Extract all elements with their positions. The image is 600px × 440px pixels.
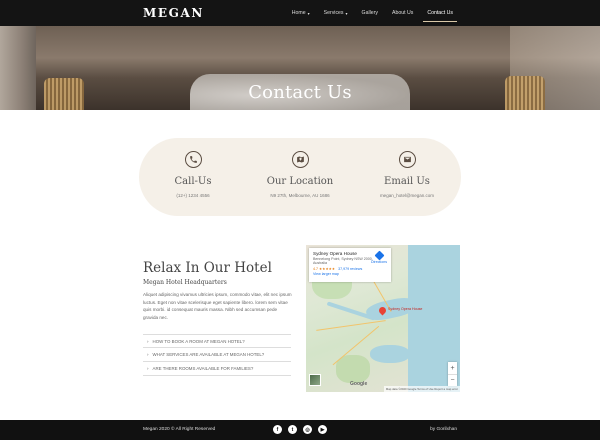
directions-button[interactable]: Directions <box>371 250 387 264</box>
twitter-icon[interactable]: t <box>288 425 297 434</box>
faq-item[interactable]: › ARE THERE ROOMS AVAILABLE FOR FAMILIES… <box>143 362 291 376</box>
faq-accordion: › HOW TO BOOK A ROOM AT MEGAN HOTEL? › W… <box>143 334 291 376</box>
faq-question: HOW TO BOOK A ROOM AT MEGAN HOTEL? <box>152 338 245 344</box>
facebook-icon[interactable]: f <box>273 425 282 434</box>
hero-banner: Contact Us <box>0 26 600 110</box>
contact-title: Call-Us <box>174 176 212 187</box>
map-place-rating: 4.7 ★★★★★ 37,979 reviews <box>313 267 387 271</box>
zoom-in-button[interactable]: + <box>448 362 457 374</box>
google-map-embed[interactable]: Sydney Opera House Bennelong Point, Sydn… <box>306 245 460 392</box>
nav-item-label: Home <box>291 10 306 16</box>
contact-location: Our Location N9 27th, Melbourne, AU 1686 <box>250 138 350 216</box>
chevron-down-icon: ▾ <box>307 10 310 16</box>
site-footer: Megan 2020 © All Right Reserved f t ◎ ▶ … <box>0 420 600 440</box>
top-navbar: MEGAN Home ▾ Services ▾ Gallery About Us… <box>0 0 600 26</box>
map-bay-area <box>370 345 410 363</box>
faq-item[interactable]: › WHAT SERVICES ARE AVAILABLE AT MEGAN H… <box>143 348 291 362</box>
footer-social-links: f t ◎ ▶ <box>273 425 327 434</box>
view-larger-map-link[interactable]: View larger map <box>313 272 387 276</box>
email-icon <box>398 151 416 168</box>
nav-item-about-us[interactable]: About Us <box>385 0 420 26</box>
contact-email: Email Us megan_hotel@megan.com <box>357 138 457 216</box>
map-pin-label: Sydney Opera House <box>388 307 423 311</box>
chevron-down-icon: ▾ <box>345 10 348 16</box>
footer-credit[interactable]: by Gorilxhan <box>430 427 457 432</box>
contact-title: Email Us <box>384 176 430 187</box>
nav-item-label: Contact Us <box>427 10 453 16</box>
contact-title: Our Location <box>266 176 334 187</box>
faq-question: WHAT SERVICES ARE AVAILABLE AT MEGAN HOT… <box>152 352 265 357</box>
nav-item-gallery[interactable]: Gallery <box>355 0 385 26</box>
contact-email-value[interactable]: megan_hotel@megan.com <box>357 193 457 198</box>
map-rating-value: 4.7 ★★★★★ <box>313 266 336 271</box>
section-subtitle: Megan Hotel Headquarters <box>143 279 227 286</box>
map-reviews-link[interactable]: 37,979 reviews <box>338 267 362 271</box>
nav-item-label: Services <box>323 10 344 16</box>
contact-info-card: Call-Us (12+) 1234 4556 Our Location N9 … <box>139 138 461 216</box>
chevron-right-icon: › <box>147 352 149 357</box>
site-logo[interactable]: MEGAN <box>143 6 204 20</box>
main-nav: Home ▾ Services ▾ Gallery About Us Conta… <box>285 0 460 26</box>
map-park-area <box>336 355 370 383</box>
chevron-right-icon: › <box>147 366 149 371</box>
google-logo: Google <box>350 381 368 387</box>
location-icon <box>291 151 309 168</box>
phone-icon <box>184 151 202 168</box>
nav-item-label: About Us <box>391 10 414 16</box>
map-place-card: Sydney Opera House Bennelong Point, Sydn… <box>309 248 391 282</box>
page-title: Contact Us <box>248 82 352 103</box>
zoom-out-button[interactable]: − <box>448 374 457 386</box>
footer-copyright: Megan 2020 © All Right Reserved <box>143 427 216 432</box>
faq-item[interactable]: › HOW TO BOOK A ROOM AT MEGAN HOTEL? <box>143 334 291 348</box>
section-description: Aliquet adipiscing vivamus ultricies ips… <box>143 292 292 320</box>
map-attribution[interactable]: Map data ©2020 Google Terms of Use Repor… <box>383 386 460 392</box>
contact-location-value: N9 27th, Melbourne, AU 1686 <box>270 193 330 198</box>
directions-label: Directions <box>371 260 387 264</box>
contact-call: Call-Us (12+) 1234 4556 <box>143 138 243 216</box>
youtube-icon[interactable]: ▶ <box>318 425 327 434</box>
nav-item-services[interactable]: Services ▾ <box>317 0 355 26</box>
satellite-toggle[interactable] <box>309 374 321 386</box>
contact-phone-value[interactable]: (12+) 1234 4556 <box>143 193 243 198</box>
faq-question: ARE THERE ROOMS AVAILABLE FOR FAMILIES? <box>152 366 254 371</box>
nav-item-label: Gallery <box>361 10 378 16</box>
map-zoom-control: + − <box>448 362 457 386</box>
nav-item-home[interactable]: Home ▾ <box>285 0 317 26</box>
nav-item-contact-us[interactable]: Contact Us <box>420 0 460 26</box>
instagram-icon[interactable]: ◎ <box>303 425 312 434</box>
directions-icon <box>374 250 384 261</box>
section-title: Relax In Our Hotel <box>143 260 272 276</box>
chevron-right-icon: › <box>147 338 149 344</box>
